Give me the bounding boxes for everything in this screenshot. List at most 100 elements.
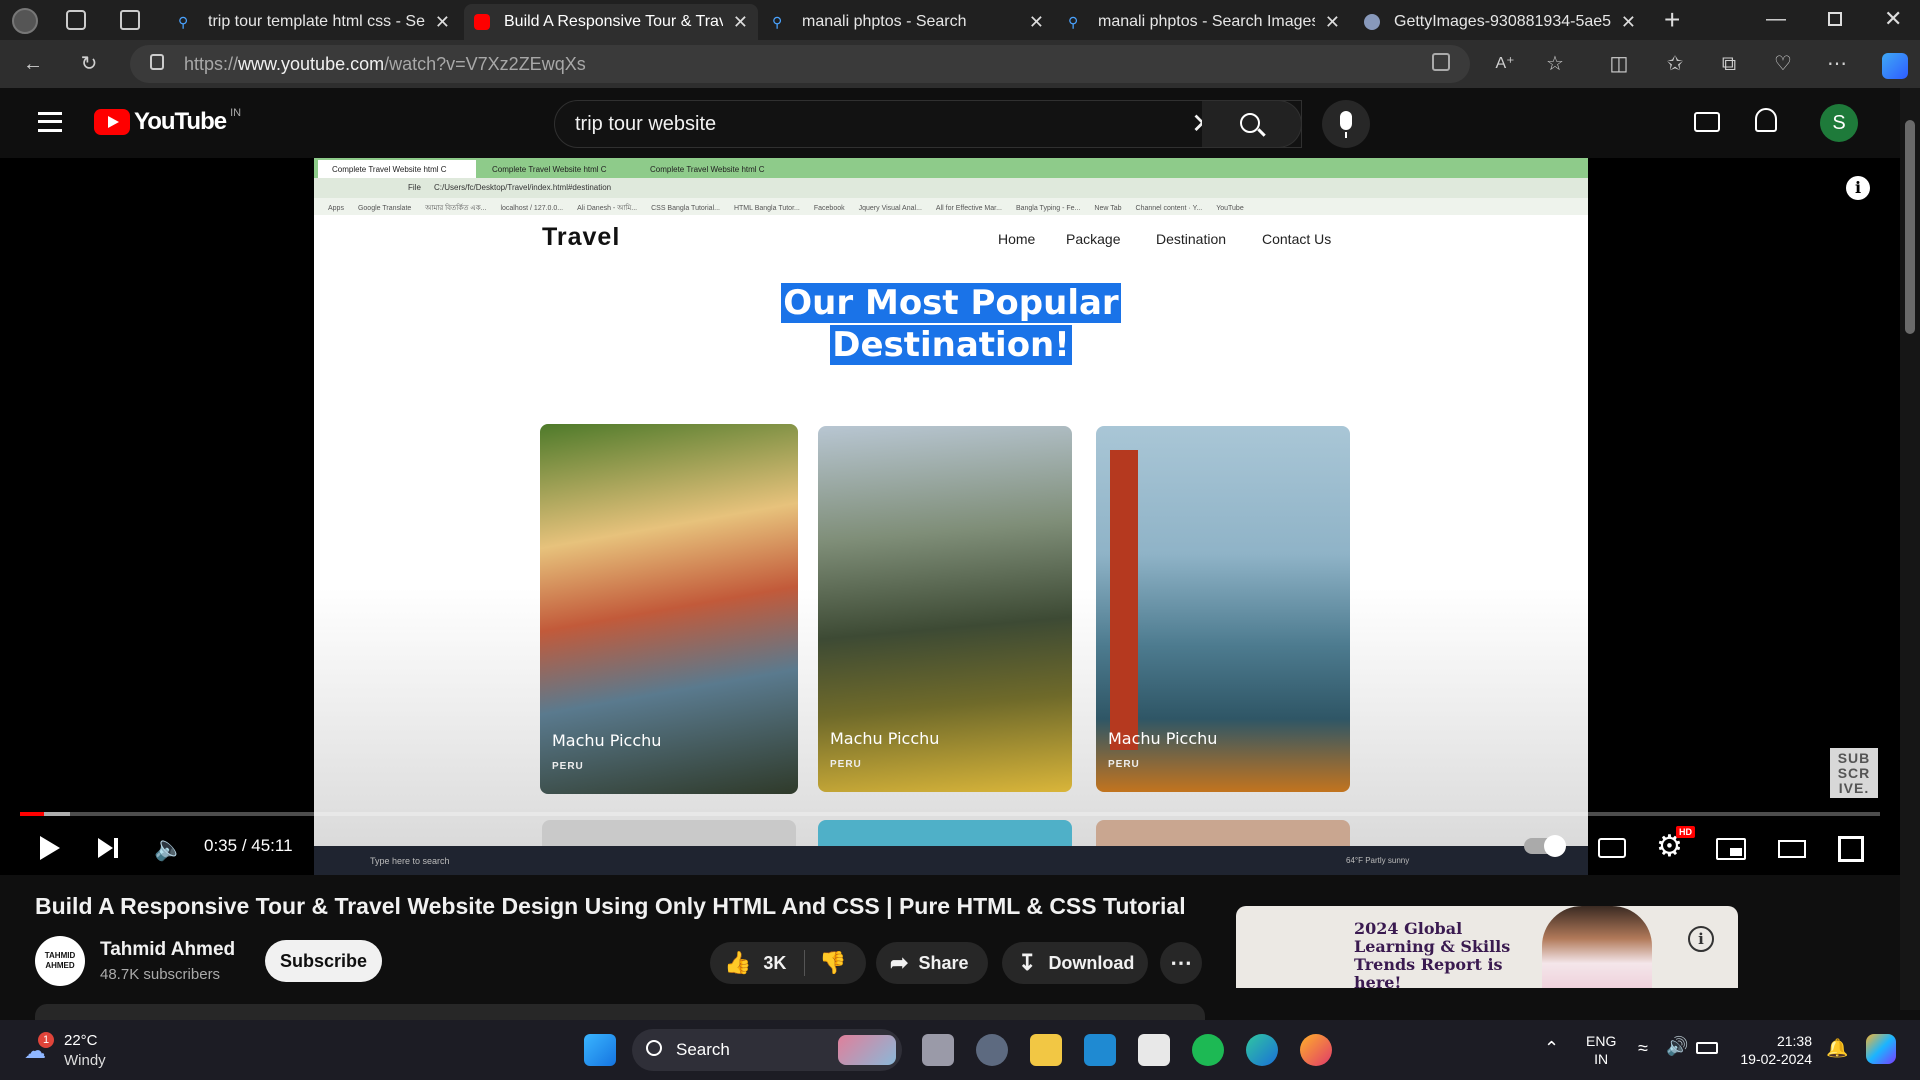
copilot-taskbar-icon[interactable]: [1866, 1034, 1896, 1064]
start-windows-icon[interactable]: [584, 1034, 616, 1066]
next-button[interactable]: [98, 838, 120, 860]
more-options-icon[interactable]: ⋯: [1826, 53, 1848, 75]
edge-icon[interactable]: [1246, 1034, 1278, 1066]
settings-app-icon[interactable]: [976, 1034, 1008, 1066]
inner-bookmark: YouTube: [1216, 205, 1244, 212]
ad-person-image: [1542, 906, 1652, 988]
taskbar-search[interactable]: Search: [632, 1029, 902, 1071]
like-button[interactable]: 👍 3K 👎: [710, 942, 866, 984]
video-player[interactable]: Complete Travel Website html C Complete …: [0, 158, 1900, 875]
battery-icon[interactable]: [1696, 1042, 1718, 1054]
tab-label: GettyImages-930881934-5ae56f: [1394, 13, 1611, 30]
search-input[interactable]: trip tour website ✕: [554, 100, 1302, 148]
channel-avatar[interactable]: TAHMID AHMED: [35, 936, 85, 986]
split-screen-icon[interactable]: ◫: [1608, 53, 1630, 75]
subscribe-watermark[interactable]: SUB SCR IVE.: [1830, 748, 1878, 798]
favorite-star-icon[interactable]: ☆: [1544, 53, 1566, 75]
task-view-icon[interactable]: [922, 1034, 954, 1066]
vertical-tabs-icon[interactable]: [120, 10, 140, 30]
firefox-icon[interactable]: [1300, 1034, 1332, 1066]
language-indicator[interactable]: ENG IN: [1586, 1032, 1616, 1068]
share-button[interactable]: ➦ Share: [876, 942, 988, 984]
inner-bookmark: Channel content · Y...: [1135, 205, 1203, 212]
inner-bookmark: New Tab: [1094, 205, 1122, 212]
description-box[interactable]: [35, 1004, 1205, 1020]
browser-tab[interactable]: ⚲ manali phptos - Search ✕: [762, 4, 1054, 40]
app-available-icon[interactable]: [1432, 53, 1450, 71]
miniplayer-icon[interactable]: [1716, 838, 1746, 860]
thumbs-down-icon[interactable]: 👎: [819, 950, 846, 976]
download-button[interactable]: ↧ Download: [1002, 942, 1148, 984]
youtube-logo[interactable]: YouTube IN: [94, 107, 241, 136]
spotify-icon[interactable]: [1192, 1034, 1224, 1066]
close-icon[interactable]: ✕: [1621, 12, 1636, 33]
inner-tab: Complete Travel Website html C: [492, 164, 607, 174]
like-divider: [804, 950, 806, 976]
minimize-icon[interactable]: —: [1766, 8, 1786, 31]
favorites-icon[interactable]: ✩: [1664, 53, 1686, 75]
volume-icon[interactable]: 🔈: [154, 834, 184, 863]
info-icon[interactable]: i: [1846, 176, 1870, 200]
card-subtitle: PERU: [830, 759, 862, 770]
like-count: 3K: [763, 952, 787, 973]
inner-bookmark: Facebook: [813, 205, 845, 212]
ad-banner[interactable]: 2024 Global Learning & Skills Trends Rep…: [1236, 906, 1738, 988]
notifications-bell-icon[interactable]: [1755, 108, 1777, 132]
search-button[interactable]: [1202, 100, 1302, 148]
microsoft-store-icon[interactable]: [1138, 1034, 1170, 1066]
progress-bar[interactable]: [20, 812, 1880, 816]
close-icon[interactable]: ✕: [1029, 12, 1044, 33]
show-hidden-icons[interactable]: ⌃: [1544, 1038, 1559, 1059]
workspaces-icon[interactable]: [66, 10, 86, 30]
more-actions-button[interactable]: ⋯: [1160, 942, 1202, 984]
hd-badge: HD: [1676, 826, 1695, 838]
fullscreen-icon[interactable]: [1838, 836, 1864, 862]
card-title: Machu Picchu: [830, 729, 940, 748]
close-icon[interactable]: ✕: [435, 12, 450, 33]
play-button[interactable]: [40, 836, 60, 860]
autoplay-toggle[interactable]: [1524, 835, 1566, 857]
vscode-icon[interactable]: [1084, 1034, 1116, 1066]
new-tab-icon[interactable]: +: [1664, 4, 1680, 36]
page-scrollbar[interactable]: [1900, 88, 1920, 1010]
browser-tab[interactable]: ⚲ manali phptos - Search Images ✕: [1058, 4, 1350, 40]
voice-search-button[interactable]: [1322, 100, 1370, 148]
heading-line-1: Our Most Popular: [781, 283, 1121, 323]
back-icon[interactable]: ←: [22, 53, 44, 75]
browser-tab-active[interactable]: Build A Responsive Tour & Travel ✕: [464, 4, 758, 40]
address-bar[interactable]: https://www.youtube.com/watch?v=V7Xz2ZEw…: [130, 45, 1470, 83]
weather-badge: 1: [38, 1032, 54, 1048]
create-video-icon[interactable]: [1694, 112, 1720, 132]
profile-icon[interactable]: [12, 8, 38, 34]
video-frame: Complete Travel Website html C Complete …: [314, 158, 1588, 875]
subtitles-icon[interactable]: [1598, 838, 1626, 858]
browser-tab[interactable]: ⚲ trip tour template html css - Sear ✕: [168, 4, 460, 40]
read-aloud-icon[interactable]: A⁺: [1494, 53, 1516, 75]
notification-bell-icon[interactable]: 🔔: [1826, 1038, 1848, 1059]
copilot-icon[interactable]: [1882, 53, 1908, 79]
browser-essentials-icon[interactable]: ♡: [1772, 53, 1794, 75]
wifi-icon[interactable]: ≈: [1638, 1038, 1648, 1059]
inner-windows-taskbar: Type here to search 64°F Partly sunny: [314, 846, 1588, 875]
subscribe-button[interactable]: Subscribe: [265, 940, 382, 982]
close-window-icon[interactable]: ✕: [1884, 6, 1902, 32]
close-icon[interactable]: ✕: [733, 12, 748, 33]
collections-icon[interactable]: ⧉: [1718, 53, 1740, 75]
volume-icon[interactable]: 🔊: [1666, 1036, 1688, 1057]
avatar[interactable]: S: [1820, 104, 1858, 142]
menu-icon[interactable]: [38, 112, 62, 132]
clock-time: 21:38: [1776, 1033, 1812, 1049]
theater-mode-icon[interactable]: [1778, 840, 1806, 858]
file-explorer-icon[interactable]: [1030, 1034, 1062, 1066]
ad-info-icon[interactable]: i: [1688, 926, 1714, 952]
site-nav-destination: Destination: [1156, 231, 1227, 247]
heading-line-2: Destination!: [830, 325, 1072, 365]
clock[interactable]: 21:38 19-02-2024: [1732, 1032, 1812, 1068]
browser-tab[interactable]: GettyImages-930881934-5ae56f ✕: [1354, 4, 1646, 40]
channel-name[interactable]: Tahmid Ahmed: [100, 939, 235, 961]
close-icon[interactable]: ✕: [1325, 12, 1340, 33]
weather-temp: 22°C: [64, 1032, 98, 1049]
restore-icon[interactable]: [1828, 12, 1842, 26]
refresh-icon[interactable]: ↻: [78, 53, 100, 75]
share-label: Share: [918, 952, 969, 973]
